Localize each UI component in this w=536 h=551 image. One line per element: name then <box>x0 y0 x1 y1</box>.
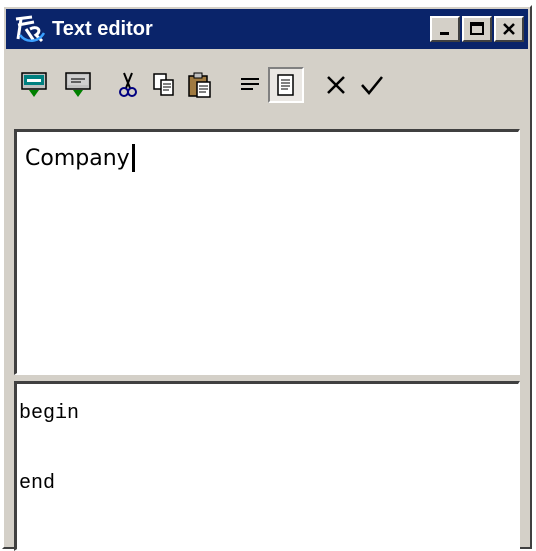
insert-field-icon <box>21 72 47 97</box>
text-editor-area[interactable]: Company <box>14 129 520 375</box>
text-caret <box>131 144 135 172</box>
script-line-begin: begin <box>19 402 80 425</box>
insert-expression-button[interactable] <box>60 67 96 103</box>
paste-button[interactable] <box>182 67 218 103</box>
page-view-button[interactable] <box>268 67 304 103</box>
text-editor-window: Text editor Company begin end <box>2 5 532 551</box>
cut-icon <box>119 72 137 97</box>
title-bar[interactable]: Text editor <box>6 9 528 49</box>
script-editor-area[interactable]: begin end <box>14 381 520 551</box>
maximize-icon <box>470 22 484 35</box>
close-button[interactable] <box>494 16 524 42</box>
align-text-button[interactable] <box>232 67 268 103</box>
page-view-icon <box>277 74 294 96</box>
editor-text: Company <box>25 145 130 171</box>
script-line-end: end <box>19 472 56 495</box>
copy-button[interactable] <box>146 67 182 103</box>
ok-button[interactable] <box>354 67 390 103</box>
insert-expression-icon <box>65 72 91 97</box>
cancel-icon <box>327 76 345 94</box>
close-icon <box>503 23 515 35</box>
cut-button[interactable] <box>110 67 146 103</box>
paste-icon <box>188 72 211 98</box>
app-logo-icon <box>15 15 46 43</box>
toolbar <box>6 55 528 115</box>
minimize-icon <box>440 32 449 35</box>
window-title: Text editor <box>52 17 153 40</box>
copy-icon <box>153 73 174 96</box>
minimize-button[interactable] <box>430 16 460 42</box>
ok-icon <box>361 76 383 95</box>
align-text-icon <box>241 78 259 90</box>
cancel-button[interactable] <box>318 67 354 103</box>
insert-field-button[interactable] <box>16 67 52 103</box>
maximize-button[interactable] <box>462 16 492 42</box>
